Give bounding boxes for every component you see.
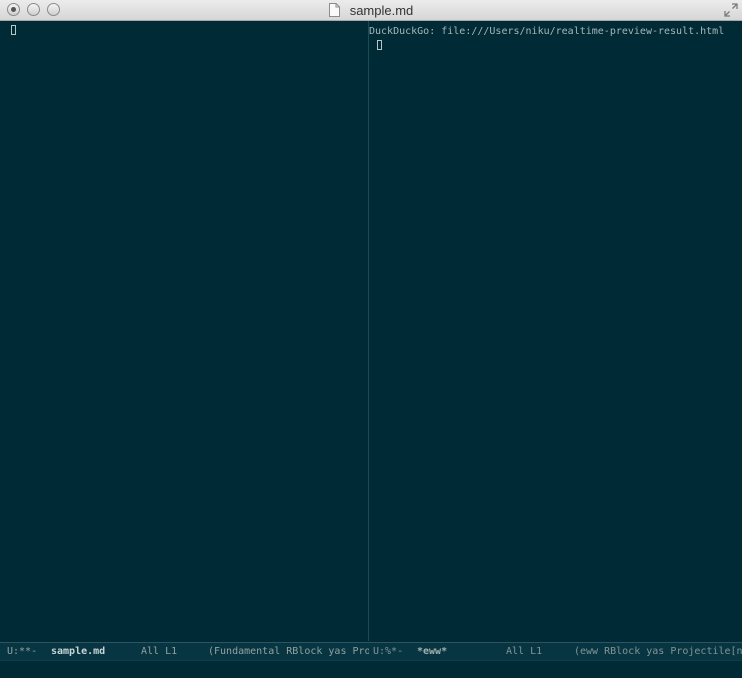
emacs-window: sample.md DuckDuckGo: file:///Users/niku… bbox=[0, 0, 742, 678]
echo-area[interactable] bbox=[0, 660, 742, 678]
fullscreen-icon[interactable] bbox=[724, 3, 738, 17]
text-cursor bbox=[377, 40, 382, 50]
buffer-position: All L1 bbox=[506, 646, 543, 657]
right-mode-line[interactable]: U:%*- *eww* All L1 (eww RBlock yas Proje… bbox=[369, 642, 742, 660]
left-mode-line[interactable]: U:**- sample.md All L1 (Fundamental RBlo… bbox=[0, 642, 369, 660]
buffer-name[interactable]: sample.md bbox=[51, 646, 105, 658]
buffer-position: All L1 bbox=[141, 646, 178, 657]
left-buffer-pane[interactable] bbox=[0, 21, 368, 641]
text-cursor bbox=[11, 25, 16, 35]
major-minor-modes[interactable]: (Fundamental RBlock yas Pro bbox=[208, 646, 369, 658]
window-title-text: sample.md bbox=[349, 3, 414, 18]
right-buffer-pane[interactable]: DuckDuckGo: file:///Users/niku/realtime-… bbox=[369, 21, 742, 641]
window-title: sample.md bbox=[0, 2, 742, 19]
buffer-status: U:**- bbox=[7, 646, 38, 657]
eww-page-header: DuckDuckGo: file:///Users/niku/realtime-… bbox=[369, 26, 725, 37]
buffer-status: U:%*- bbox=[373, 646, 404, 657]
buffer-name[interactable]: *eww* bbox=[417, 646, 447, 658]
document-icon bbox=[328, 3, 340, 17]
title-bar: sample.md bbox=[0, 0, 742, 21]
major-minor-modes[interactable]: (eww RBlock yas Projectile[n bbox=[574, 646, 742, 658]
